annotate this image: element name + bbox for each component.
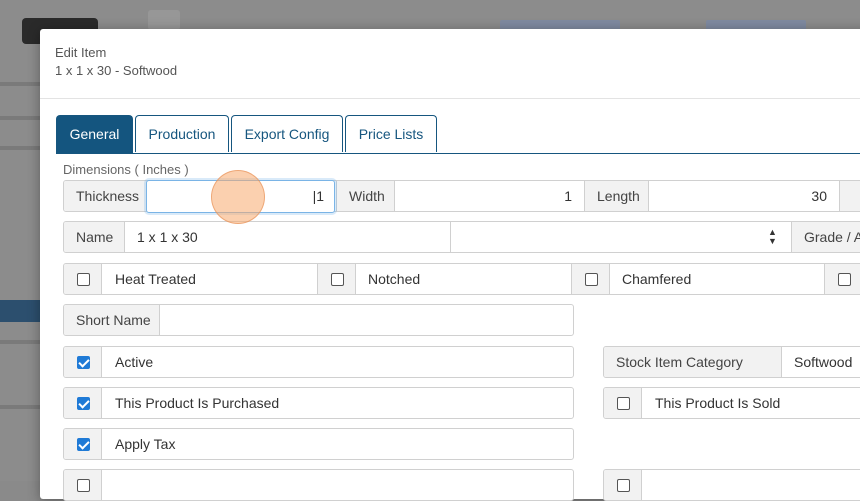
sold-label: This Product Is Sold (655, 395, 781, 411)
notched-checkbox[interactable] (331, 273, 344, 286)
apply-tax-checkbox-cell[interactable] (64, 429, 102, 459)
thickness-label: Thickness (64, 181, 148, 211)
active-group: Active (63, 346, 574, 378)
next-option-group (63, 469, 574, 501)
short-name-input[interactable] (160, 305, 573, 335)
width-input[interactable]: 1 (395, 181, 584, 211)
app-sidebar-item (0, 116, 40, 120)
chevron-down-icon: ▼ (768, 236, 777, 246)
purchased-label: This Product Is Purchased (115, 395, 280, 411)
purchased-checkbox-cell[interactable] (64, 388, 102, 418)
name-label: Name (64, 222, 125, 252)
modal-subtitle: 1 x 1 x 30 - Softwood (55, 63, 178, 78)
heat-treated-checkbox[interactable] (77, 273, 90, 286)
grade-select[interactable]: ▲ ▼ (451, 222, 791, 252)
app-sidebar-item (0, 146, 40, 150)
tab-general[interactable]: General (56, 115, 133, 153)
dimension-unit-addon (839, 181, 860, 211)
treatments-group: Heat Treated Notched Chamfered (63, 263, 860, 295)
length-label: Length (584, 181, 649, 211)
apply-tax-group: Apply Tax (63, 428, 574, 460)
modal-title: Edit Item (55, 45, 107, 60)
heat-treated-checkbox-cell[interactable] (64, 264, 102, 294)
extra-checkbox[interactable] (838, 273, 851, 286)
chamfered-checkbox-cell[interactable] (572, 264, 610, 294)
sold-group: This Product Is Sold (603, 387, 860, 419)
next-option-group-right (603, 469, 860, 501)
tab-production[interactable]: Production (135, 115, 229, 152)
app-nav-item (148, 10, 180, 30)
app-sidebar-item (0, 405, 40, 409)
sold-checkbox[interactable] (617, 397, 630, 410)
stock-category-select[interactable]: Softwood (782, 347, 860, 377)
next-right-checkbox-cell[interactable] (604, 470, 642, 500)
notched-label: Notched (368, 271, 421, 287)
sold-checkbox-cell[interactable] (604, 388, 642, 418)
stock-category-label: Stock Item Category (604, 347, 782, 377)
notched-checkbox-cell[interactable] (318, 264, 356, 294)
name-input-group: Name 1 x 1 x 30 ▲ ▼ Grade / A (63, 221, 860, 253)
dimensions-section-label: Dimensions ( Inches ) (63, 162, 189, 177)
short-name-label: Short Name (64, 305, 160, 335)
chamfered-checkbox[interactable] (585, 273, 598, 286)
click-indicator (211, 170, 265, 224)
app-sidebar-item (0, 340, 40, 344)
purchased-group: This Product Is Purchased (63, 387, 574, 419)
purchased-checkbox[interactable] (77, 397, 90, 410)
name-input[interactable]: 1 x 1 x 30 (125, 222, 450, 252)
tab-export-config[interactable]: Export Config (231, 115, 343, 152)
active-label: Active (115, 354, 154, 370)
chamfered-label: Chamfered (622, 271, 692, 287)
grade-label: Grade / A (791, 222, 860, 252)
stock-category-group: Stock Item Category Softwood (603, 346, 860, 378)
modal-header: Edit Item 1 x 1 x 30 - Softwood (40, 29, 860, 99)
active-checkbox-cell[interactable] (64, 347, 102, 377)
tab-price-lists[interactable]: Price Lists (345, 115, 437, 152)
apply-tax-label: Apply Tax (115, 436, 176, 452)
extra-checkbox-cell[interactable] (825, 264, 860, 294)
app-sidebar-item (0, 82, 40, 86)
app-sidebar-item-selected (0, 300, 40, 322)
short-name-group: Short Name (63, 304, 574, 336)
heat-treated-label: Heat Treated (115, 271, 196, 287)
length-input[interactable]: 30 (649, 181, 839, 211)
apply-tax-checkbox[interactable] (77, 438, 90, 451)
active-checkbox[interactable] (77, 356, 90, 369)
edit-item-modal: Edit Item 1 x 1 x 30 - Softwood General … (40, 29, 860, 501)
thickness-value: 1 (316, 188, 324, 204)
width-label: Width (336, 181, 395, 211)
tab-bar: General Production Export Config Price L… (56, 115, 860, 154)
next-checkbox-cell[interactable] (64, 470, 102, 500)
